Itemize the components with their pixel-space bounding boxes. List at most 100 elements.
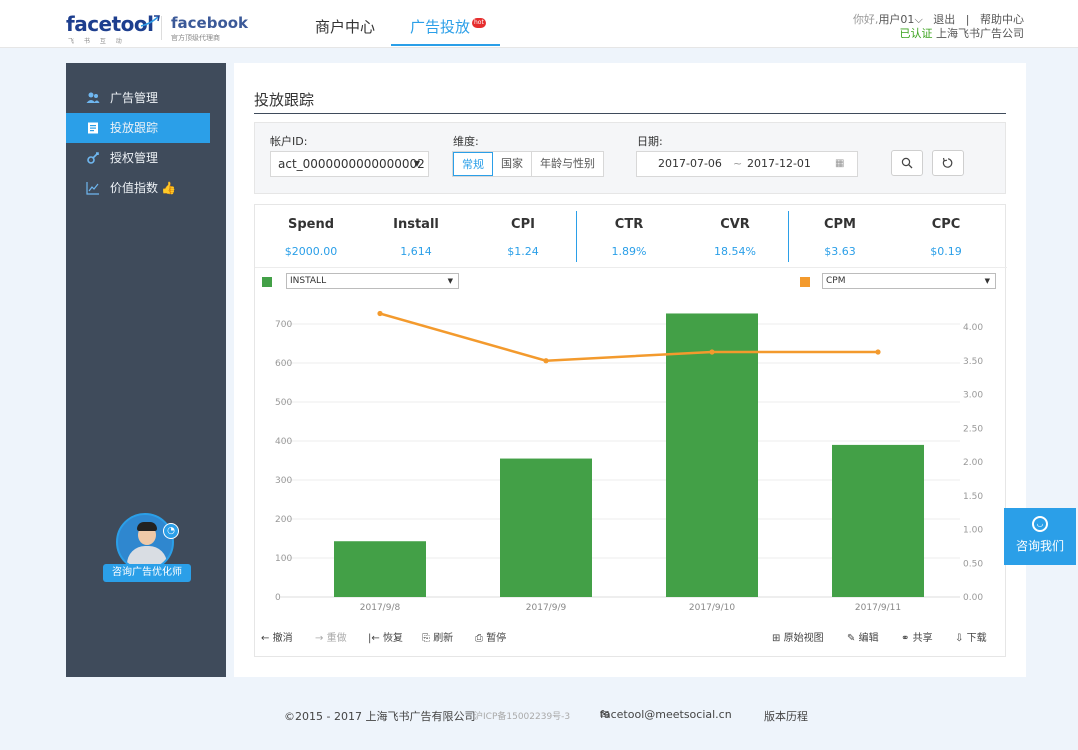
pause-button[interactable]: ⎙ 暂停 — [475, 632, 506, 646]
cpm-legend-swatch — [800, 277, 810, 287]
key-icon — [86, 151, 100, 165]
y-left-tick-label: 700 — [275, 320, 292, 330]
sidebar-item-label: 价值指数 👍 — [110, 181, 176, 195]
dimension-option-age-gender[interactable]: 年龄与性别 — [532, 152, 603, 176]
metric-spend: Spend $2000.00 — [261, 216, 361, 259]
version-history-link[interactable]: 版本历程 — [764, 708, 808, 724]
y-left-tick-label: 300 — [275, 476, 292, 486]
install-legend-swatch — [262, 277, 272, 287]
sidebar-item-authorization[interactable]: 授权管理 — [66, 143, 226, 173]
consult-label: 咨询我们 — [1015, 539, 1064, 553]
x-tick-label: 2017/9/10 — [689, 603, 735, 613]
restore-button[interactable]: |← 恢复 — [368, 632, 403, 646]
caret-down-icon: ▼ — [447, 277, 453, 285]
sidebar-item-ad-management[interactable]: 广告管理 — [66, 83, 226, 113]
metric-name: CTR — [614, 217, 644, 232]
dimension-segmented: 常规 国家 年龄与性别 — [452, 151, 604, 177]
download-button[interactable]: ⇩ 下载 — [955, 632, 987, 646]
y-left-tick-label: 600 — [275, 359, 292, 369]
chat-bubble-icon: ◔ — [163, 523, 179, 539]
date-start: 2017-07-06 — [658, 157, 722, 170]
sidebar-item-delivery-tracking[interactable]: 投放跟踪 — [66, 113, 210, 143]
metric-cpm: CPM $3.63 — [790, 216, 890, 259]
facebook-logo: facebook — [171, 14, 249, 32]
hot-badge: hot — [472, 18, 486, 28]
metric-value: 18.54% — [714, 245, 756, 258]
chevron-down-icon[interactable]: ⌵ — [914, 13, 922, 26]
account-id-select[interactable]: act_0000000000000002 ▼ — [270, 151, 429, 177]
metric-name: Spend — [287, 217, 335, 232]
page-title: 投放跟踪 — [254, 91, 315, 109]
date-range-picker[interactable]: 2017-07-06 ~ 2017-12-01 ▦ — [636, 151, 858, 177]
original-view-button[interactable]: ⊞ 原始视图 — [772, 632, 824, 646]
y-left-tick-label: 500 — [275, 398, 292, 408]
left-metric-select[interactable]: INSTALL ▼ — [286, 273, 459, 289]
logo-swoosh-icon — [140, 15, 160, 27]
facetool-logo-sub: 飞 书 互 动 — [68, 38, 126, 45]
arrow-right-icon: → — [315, 633, 324, 644]
account-id-label: 帐户ID: — [270, 135, 308, 148]
reset-button[interactable] — [932, 150, 964, 176]
share-icon: ⚭ — [901, 633, 910, 644]
sidebar-item-label: 广告管理 — [110, 91, 159, 105]
x-tick-label: 2017/9/9 — [526, 603, 567, 613]
nav-ad-delivery[interactable]: 广告投放 — [410, 16, 470, 37]
filter-bar: 帐户ID: act_0000000000000002 ▼ 维度: 常规 国家 年… — [254, 122, 1006, 194]
cpm-line — [379, 312, 878, 363]
date-label: 日期: — [637, 135, 663, 148]
headset-icon: ◡ — [1032, 516, 1048, 532]
install-bar — [500, 458, 592, 597]
calendar-icon[interactable]: ▦ — [835, 152, 844, 176]
metric-name: CPC — [931, 217, 961, 232]
nav-active-underline — [391, 44, 500, 46]
nav-merchant-center[interactable]: 商户中心 — [315, 16, 375, 37]
metric-value: 1,614 — [400, 245, 432, 258]
header-divider: | — [965, 13, 970, 26]
cpm-point — [875, 349, 881, 355]
share-button[interactable]: ⚭ 共享 — [901, 632, 933, 646]
dimension-option-general[interactable]: 常规 — [453, 152, 493, 176]
metric-install: Install 1,614 — [366, 216, 466, 259]
icp-number[interactable]: 沪ICP备15002239号-3 — [474, 709, 570, 722]
redo-button[interactable]: → 重做 — [315, 632, 347, 646]
consult-us-button[interactable]: ◡ 咨询我们 — [1004, 508, 1076, 565]
user-area: 你好,用户01⌵ 退出 | 帮助中心 已认证 上海飞书广告公司 — [853, 13, 1024, 41]
sidebar-item-label: 授权管理 — [110, 151, 159, 165]
chart-panel: Spend $2000.00 Install 1,614 CPI $1.24 C… — [254, 204, 1007, 657]
restore-icon: |← — [368, 633, 380, 644]
undo-button[interactable]: ← 撤消 — [261, 632, 293, 646]
metric-name: CPI — [511, 217, 535, 232]
install-bar — [334, 541, 426, 597]
metric-cvr: CVR 18.54% — [685, 216, 785, 259]
y-right-tick-label: 2.00 — [963, 458, 983, 468]
consult-advisor-button[interactable]: 咨询广告优化师 — [103, 564, 191, 582]
metric-cpi: CPI $1.24 — [473, 216, 573, 259]
users-icon — [86, 91, 100, 105]
caret-down-icon: ▼ — [413, 159, 420, 168]
advisor-widget[interactable]: ◔ 咨询广告优化师 — [103, 513, 191, 599]
y-right-tick-label: 1.50 — [963, 492, 983, 502]
sidebar-item-value-index[interactable]: 价值指数 👍 — [66, 173, 226, 203]
edit-button[interactable]: ✎ 编辑 — [847, 632, 879, 646]
y-right-tick-label: 3.50 — [963, 357, 983, 367]
metric-separator — [788, 211, 789, 262]
cpm-point — [709, 349, 715, 355]
facebook-partner-label: 官方顶级代理商 — [171, 34, 220, 42]
user-menu[interactable]: 用户01 — [878, 13, 914, 26]
search-button[interactable] — [891, 150, 923, 176]
dimension-option-country[interactable]: 国家 — [493, 152, 532, 176]
pencil-icon: ✎ — [847, 633, 856, 644]
search-icon — [901, 157, 913, 169]
y-left-tick-label: 0 — [275, 593, 281, 603]
right-metric-select[interactable]: CPM ▼ — [822, 273, 996, 289]
y-right-tick-label: 3.00 — [963, 391, 983, 401]
x-tick-label: 2017/9/11 — [855, 603, 901, 613]
metric-value: $2000.00 — [284, 245, 338, 258]
top-header: facetool 飞 书 互 动 facebook 官方顶级代理商 商户中心 广… — [0, 0, 1078, 48]
metric-separator — [576, 211, 577, 262]
refresh-button[interactable]: ⎘ 刷新 — [422, 632, 453, 646]
logout-link[interactable]: 退出 — [933, 13, 955, 26]
main-panel: 投放跟踪 帐户ID: act_0000000000000002 ▼ 维度: 常规… — [234, 63, 1026, 677]
arrow-left-icon: ← — [261, 633, 270, 644]
help-center-link[interactable]: 帮助中心 — [980, 13, 1024, 26]
